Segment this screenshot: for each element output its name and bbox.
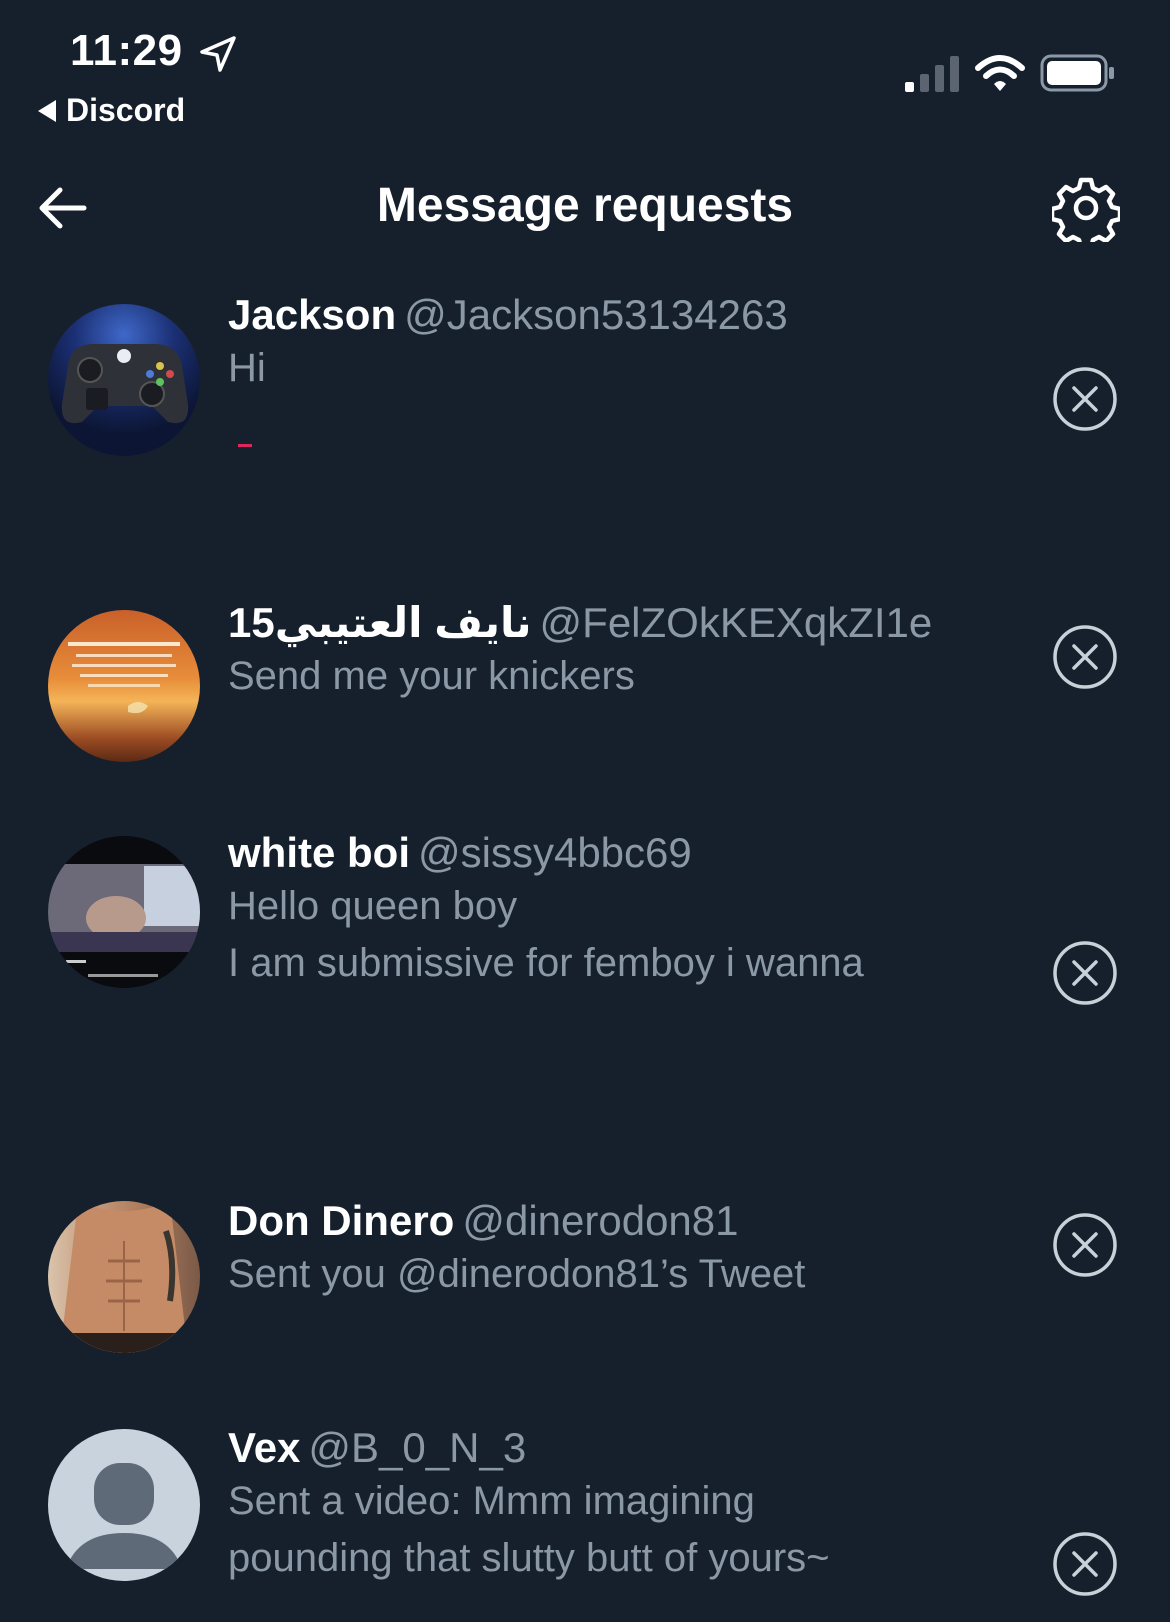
sender-handle: @sissy4bbc69 <box>418 829 692 876</box>
message-preview: Sent you @dinerodon81’s Tweet <box>228 1252 806 1296</box>
settings-gear-icon[interactable] <box>1052 174 1120 242</box>
message-request-row[interactable]: Don Dinero @dinerodon81 Sent you @dinerod… <box>0 1196 1170 1376</box>
dismiss-request-icon[interactable] <box>1052 1531 1118 1597</box>
sender-line: Vex @B_0_N_3 <box>228 1423 1008 1473</box>
avatar[interactable] <box>48 836 200 988</box>
sender-name: Vex <box>228 1424 301 1471</box>
dismiss-request-icon[interactable] <box>1052 624 1118 690</box>
page-title: Message requests <box>376 179 794 232</box>
page-header: Message requests <box>0 160 1170 260</box>
sender-line: white boi @sissy4bbc69 <box>228 828 1008 878</box>
back-to-app-link[interactable]: Discord <box>38 92 185 129</box>
avatar[interactable] <box>48 1429 200 1581</box>
avatar[interactable] <box>48 1201 200 1353</box>
message-preview: Send me your knickers <box>228 654 635 698</box>
sender-handle: @dinerodon81 <box>462 1197 739 1244</box>
message-request-row[interactable]: white boi @sissy4bbc69 Hello queen boy I … <box>0 828 1170 1028</box>
sender-handle: @FelZOkKEXqkZI1e <box>539 599 933 646</box>
dismiss-request-icon[interactable] <box>1052 366 1118 432</box>
sunset-text-image <box>68 642 180 714</box>
location-arrow-icon <box>200 36 236 72</box>
cellular-signal-icon <box>905 56 959 92</box>
message-preview: Hi <box>228 346 266 390</box>
message-request-row[interactable]: Jackson @Jackson53134263 Hi <box>0 290 1170 520</box>
back-triangle-icon <box>38 99 56 122</box>
status-bar: 11:29 Discord <box>0 0 1170 140</box>
battery-icon <box>1040 54 1114 92</box>
sender-name: Don Dinero <box>228 1197 455 1244</box>
dismiss-request-icon[interactable] <box>1052 940 1118 1006</box>
message-preview-line: I am submissive for femboy i wanna <box>228 941 864 985</box>
dismiss-request-icon[interactable] <box>1052 1212 1118 1278</box>
avatar[interactable] <box>48 304 200 456</box>
message-request-row[interactable]: نايف العتيبي15 @FelZOkKEXqkZI1e Send me y… <box>0 598 1170 778</box>
sender-line: Jackson @Jackson53134263 <box>228 290 1008 340</box>
video-thumbnail-image <box>48 864 200 977</box>
wifi-icon <box>975 55 1025 91</box>
back-app-label: Discord <box>66 92 186 128</box>
sender-line: Don Dinero @dinerodon81 <box>228 1196 1008 1246</box>
message-preview-line: pounding that slutty butt of yours~ <box>228 1536 830 1580</box>
sender-handle: @B_0_N_3 <box>308 1424 527 1471</box>
message-preview-line: Sent a video: Mmm imagining <box>228 1479 755 1523</box>
game-controller-image <box>61 343 189 424</box>
sender-line: نايف العتيبي15 @FelZOkKEXqkZI1e <box>228 598 1008 648</box>
status-time: 11:29 <box>70 26 183 75</box>
avatar[interactable] <box>48 610 200 762</box>
default-avatar-icon <box>66 1463 182 1569</box>
message-request-row[interactable]: Vex @B_0_N_3 Sent a video: Mmm imagining … <box>0 1423 1170 1622</box>
sender-name: نايف العتيبي15 <box>228 599 532 646</box>
unread-mark <box>238 444 252 447</box>
message-preview-line: Hello queen boy <box>228 884 518 928</box>
torso-photo-image <box>60 1201 188 1353</box>
sender-handle: @Jackson53134263 <box>404 291 788 338</box>
sender-name: white boi <box>228 829 410 876</box>
sender-name: Jackson <box>228 291 397 338</box>
